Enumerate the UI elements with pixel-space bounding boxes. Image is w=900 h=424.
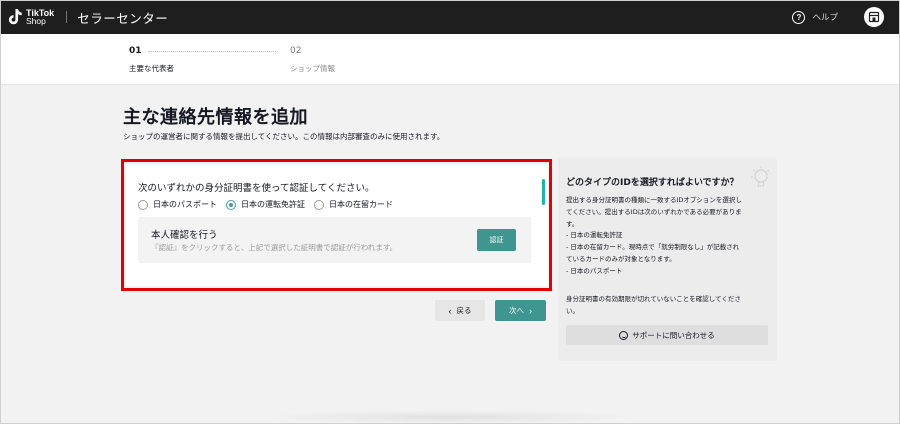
card-scrollbar[interactable] xyxy=(542,179,545,205)
help-line: ているカードのみが対象となります。 xyxy=(566,254,676,263)
help-note-line-2: い。 xyxy=(566,306,579,315)
question-circle-icon[interactable]: ? xyxy=(792,10,806,24)
step-2-number: 02 xyxy=(290,46,302,56)
id-question: 次のいずれかの身分証明書を使って認証してください。 xyxy=(138,183,375,194)
radio-passport[interactable] xyxy=(138,199,148,210)
help-note-line-1: 身分証明書の有効期限が切れていないことを確認してくださ xyxy=(566,295,741,303)
help-line: - 日本の運転免許証 xyxy=(566,231,623,240)
help-line: 提出する身分証明書の種類に一致するIDオプションを選択し xyxy=(566,196,742,204)
step-connector xyxy=(148,51,276,52)
verification-title: 本人確認を行う xyxy=(151,230,218,241)
header-divider xyxy=(66,11,68,23)
radio-label-drivers-license: 日本の運転免許証 xyxy=(241,200,305,209)
verification-description: 『認証』をクリックすると、上記で選択した証明書で認証が行われます。 xyxy=(151,243,398,252)
back-button[interactable]: ‹ 戻る xyxy=(435,300,485,321)
store-icon xyxy=(868,11,880,23)
back-button-label: 戻る xyxy=(456,306,472,315)
store-button[interactable] xyxy=(864,7,884,27)
chevron-left-icon: ‹ xyxy=(448,305,452,316)
contact-support-label: サポートに問い合わせる xyxy=(632,330,715,340)
logo-wordmark: TikTok Shop xyxy=(26,9,54,26)
radio-option-drivers-license[interactable]: 日本の運転免許証 xyxy=(226,199,305,210)
header-actions: ? ヘルプ xyxy=(792,0,884,34)
radio-label-residence-card: 日本の在留カード xyxy=(329,200,393,209)
step-1-label: 主要な代表者 xyxy=(129,64,174,73)
tiktok-shop-logo[interactable]: TikTok Shop xyxy=(7,8,54,26)
app-title: セラーセンター xyxy=(77,10,169,26)
verify-button[interactable]: 認証 xyxy=(477,229,516,251)
help-line: - 日本の在留カード。現時点で「就労制限なし」が記載され xyxy=(566,243,740,252)
smile-icon xyxy=(619,330,629,340)
help-line: す。 xyxy=(566,219,579,228)
next-button[interactable]: 次へ › xyxy=(495,300,546,321)
contact-support-button[interactable]: サポートに問い合わせる xyxy=(566,325,768,345)
help-link[interactable]: ヘルプ xyxy=(812,11,838,23)
radio-option-passport[interactable]: 日本のパスポート xyxy=(138,199,217,210)
lightbulb-icon xyxy=(751,166,770,187)
bottom-shadow xyxy=(260,410,640,424)
page-subtitle: ショップの運営者に関する情報を提出してください。この情報は内部審査のみに使用され… xyxy=(123,132,445,141)
page-title: 主な連絡先情報を追加 xyxy=(123,107,308,128)
chevron-right-icon: › xyxy=(529,305,532,316)
id-type-radio-group: 日本のパスポート 日本の運転免許証 日本の在留カード xyxy=(138,199,402,210)
help-line: てください。提出するIDは次のいずれかである必要がありま xyxy=(566,207,742,216)
help-panel-note: 身分証明書の有効期限が切れていないことを確認してくださ い。 xyxy=(566,294,741,318)
next-button-label: 次へ xyxy=(509,306,524,315)
top-bar: TikTok Shop セラーセンター ? ヘルプ xyxy=(0,0,900,34)
radio-drivers-license[interactable] xyxy=(226,199,236,210)
step-1-number: 01 xyxy=(129,46,142,56)
radio-label-passport: 日本のパスポート xyxy=(153,200,217,209)
help-panel-body: 提出する身分証明書の種類に一致するIDオプションを選択し てください。提出するI… xyxy=(566,195,771,278)
radio-option-residence-card[interactable]: 日本の在留カード xyxy=(314,199,393,210)
help-line: - 日本のパスポート xyxy=(566,266,623,275)
logo-line-2: Shop xyxy=(26,16,46,26)
radio-residence-card[interactable] xyxy=(314,199,324,210)
help-panel-title: どのタイプのIDを選択すればよいですか？ xyxy=(566,178,739,188)
step-2-label: ショップ情報 xyxy=(290,64,335,73)
tiktok-logo-icon xyxy=(7,8,23,26)
progress-stepper xyxy=(0,34,900,85)
